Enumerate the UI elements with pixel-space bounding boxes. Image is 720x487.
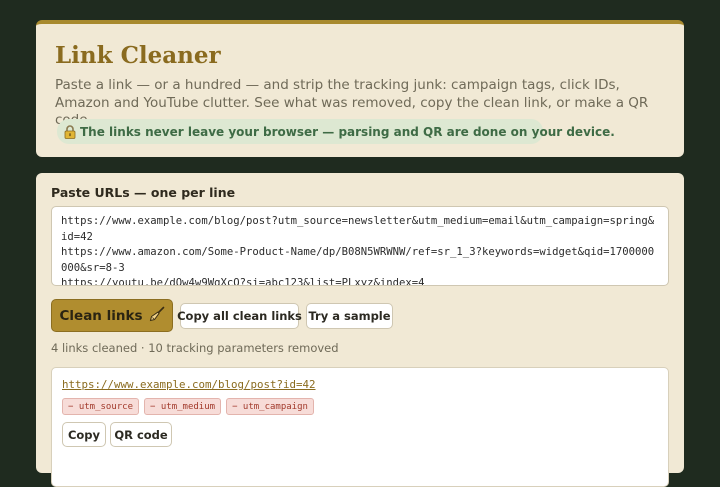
removed-param-tag: − utm_medium [144, 398, 222, 415]
qr-code-button[interactable]: QR code [110, 422, 172, 447]
clean-links-button[interactable]: Clean links [51, 299, 173, 332]
removed-params: − utm_source − utm_medium − utm_campaign [62, 398, 314, 415]
try-sample-button[interactable]: Try a sample [306, 303, 393, 329]
clean-links-label: Clean links [59, 307, 143, 324]
cleaner-card: Paste URLs — one per line Clean links Co… [36, 173, 684, 487]
privacy-note: The links never leave your browser — par… [80, 124, 615, 139]
privacy-badge: The links never leave your browser — par… [57, 119, 615, 144]
page-title: Link Cleaner [55, 42, 221, 69]
urls-label: Paste URLs — one per line [51, 185, 236, 200]
header-card: Link Cleaner Paste a link — or a hundred… [36, 20, 684, 157]
broom-icon [149, 306, 165, 326]
results-summary: 4 links cleaned · 10 tracking parameters… [51, 341, 339, 355]
copy-button[interactable]: Copy [62, 422, 106, 447]
urls-input[interactable] [51, 206, 669, 286]
removed-param-tag: − utm_source [62, 398, 140, 415]
removed-param-tag: − utm_campaign [226, 398, 314, 415]
copy-all-button[interactable]: Copy all clean links [177, 303, 302, 329]
lock-icon [64, 124, 76, 139]
result-item: https://www.example.com/blog/post?id=42 … [51, 367, 669, 487]
clean-url-link[interactable]: https://www.example.com/blog/post?id=42 [62, 378, 316, 391]
